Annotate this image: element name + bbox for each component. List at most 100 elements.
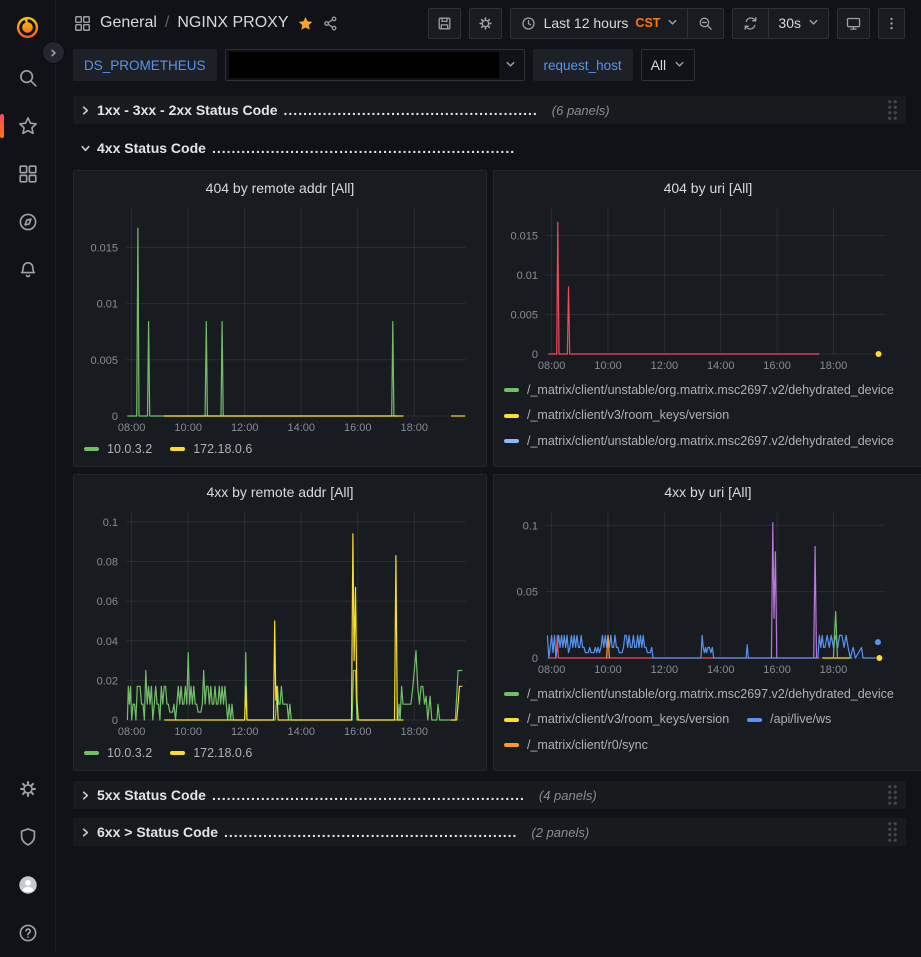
svg-text:0.015: 0.015 — [90, 242, 118, 254]
legend-item[interactable]: 172.18.0.6 — [170, 442, 252, 456]
svg-text:10:00: 10:00 — [594, 360, 622, 372]
legend-item[interactable]: 172.18.0.6 — [170, 746, 252, 760]
search-icon — [17, 67, 39, 89]
refresh-interval-picker[interactable]: 30s — [768, 9, 828, 38]
panel-title[interactable]: 4xx by remote addr [All] — [84, 480, 476, 504]
row-header-1xx-3xx-2xx[interactable]: 1xx - 3xx - 2xx Status Code ............… — [73, 96, 906, 124]
dashboards-grid-icon — [17, 163, 39, 185]
breadcrumb: General / NGINX PROXY — [73, 14, 339, 33]
svg-text:18:00: 18:00 — [820, 360, 848, 372]
row-dots: ........................................… — [284, 102, 538, 118]
svg-text:12:00: 12:00 — [231, 422, 259, 434]
panels-grid: 404 by remote addr [All] 08:0010:0012:00… — [73, 170, 906, 771]
sidebar-item-help[interactable] — [0, 909, 55, 957]
time-picker-group: Last 12 hours CST — [510, 8, 725, 39]
breadcrumb-separator: / — [165, 14, 169, 32]
legend-series-label: /_matrix/client/unstable/org.matrix.msc2… — [527, 430, 894, 453]
svg-text:14:00: 14:00 — [287, 726, 315, 738]
more-options-button[interactable] — [878, 8, 905, 39]
legend-series-label: /_matrix/client/v3/room_keys/version — [527, 708, 729, 731]
legend-series-color — [170, 447, 185, 451]
variable-label-datasource[interactable]: DS_PROMETHEUS — [73, 49, 217, 81]
legend-item[interactable]: /_matrix/client/v3/room_keys/version — [504, 455, 729, 460]
row-header-4xx[interactable]: 4xx Status Code ........................… — [73, 134, 906, 162]
time-range-picker[interactable]: Last 12 hours CST — [511, 9, 688, 38]
sidebar-item-dashboards[interactable] — [0, 150, 55, 198]
row-drag-handle[interactable] — [887, 99, 898, 121]
legend-item[interactable]: /_matrix/client/v3/room_keys/version — [504, 404, 729, 427]
legend-series-color — [504, 692, 519, 696]
time-series-chart[interactable]: 08:0010:0012:0014:0016:0018:0000.0050.01… — [504, 200, 912, 374]
breadcrumb-folder[interactable]: General — [100, 14, 157, 32]
sidebar-item-configuration[interactable] — [0, 765, 55, 813]
svg-text:08:00: 08:00 — [118, 422, 146, 434]
refresh-button[interactable] — [733, 9, 768, 38]
svg-text:18:00: 18:00 — [401, 726, 429, 738]
sidebar-item-explore[interactable] — [0, 198, 55, 246]
request-host-value: All — [651, 57, 667, 73]
row-panel-count: (6 panels) — [552, 103, 610, 118]
svg-text:0.02: 0.02 — [97, 675, 118, 687]
row-drag-handle[interactable] — [887, 821, 898, 843]
chevron-down-icon — [505, 59, 516, 70]
favorite-star-icon[interactable] — [297, 15, 314, 32]
legend-series-label: 172.18.0.6 — [193, 442, 252, 456]
dashboard-title[interactable]: NGINX PROXY — [177, 14, 288, 32]
datasource-select[interactable] — [225, 49, 525, 81]
legend-series-label: /_matrix/client/v3/room_keys/version — [527, 455, 729, 460]
panel-title[interactable]: 404 by remote addr [All] — [84, 176, 476, 200]
zoom-out-button[interactable] — [687, 9, 723, 38]
svg-text:14:00: 14:00 — [287, 422, 315, 434]
panel-4xx-by-remote-addr: 4xx by remote addr [All] 08:0010:0012:00… — [73, 474, 487, 771]
share-icon[interactable] — [322, 15, 339, 32]
refresh-group: 30s — [732, 8, 829, 39]
sidebar-item-alerting[interactable] — [0, 246, 55, 294]
time-series-chart[interactable]: 08:0010:0012:0014:0016:0018:0000.020.040… — [84, 504, 476, 740]
svg-text:14:00: 14:00 — [707, 360, 735, 372]
legend-series-color — [170, 751, 185, 755]
sidebar-item-profile[interactable] — [0, 861, 55, 909]
save-dashboard-button[interactable] — [428, 8, 461, 39]
timezone-badge: CST — [635, 16, 660, 30]
compass-icon — [17, 211, 39, 233]
panel-title[interactable]: 4xx by uri [All] — [504, 480, 912, 504]
chevron-right-icon — [49, 48, 58, 58]
legend-item[interactable]: /_matrix/client/unstable/org.matrix.msc2… — [504, 683, 894, 706]
row-header-5xx[interactable]: 5xx Status Code ........................… — [73, 781, 906, 809]
top-navbar: General / NGINX PROXY — [57, 0, 921, 46]
legend-item[interactable]: /sw.js — [747, 455, 801, 460]
legend-series-color — [504, 743, 519, 747]
svg-text:0.005: 0.005 — [510, 310, 538, 322]
legend-item[interactable]: /_matrix/client/r0/sync — [504, 734, 648, 757]
legend-series-label: 10.0.3.2 — [107, 746, 152, 760]
tv-mode-button[interactable] — [837, 8, 870, 39]
sidebar-expand-button[interactable] — [42, 41, 65, 64]
legend-series-color — [504, 439, 519, 443]
legend-item[interactable]: /api/live/ws — [747, 708, 831, 731]
row-title: 6xx > Status Code — [97, 824, 218, 840]
variable-label-request-host[interactable]: request_host — [533, 49, 633, 81]
legend-item[interactable]: /_matrix/client/unstable/org.matrix.msc2… — [504, 759, 894, 764]
sidebar-item-server-admin[interactable] — [0, 813, 55, 861]
dashboard-body: 1xx - 3xx - 2xx Status Code ............… — [57, 90, 921, 846]
svg-text:0.1: 0.1 — [103, 517, 118, 529]
legend-item[interactable]: /_matrix/client/v3/room_keys/version — [504, 708, 729, 731]
svg-text:16:00: 16:00 — [763, 664, 791, 676]
legend-item[interactable]: 10.0.3.2 — [84, 746, 152, 760]
request-host-select[interactable]: All — [641, 49, 696, 81]
legend-series-label: /_matrix/client/unstable/org.matrix.msc2… — [527, 379, 894, 402]
navbar-actions: Last 12 hours CST 30s — [428, 8, 905, 39]
legend-item[interactable]: /_matrix/client/unstable/org.matrix.msc2… — [504, 379, 894, 402]
legend-item[interactable]: /_matrix/client/unstable/org.matrix.msc2… — [504, 430, 894, 453]
svg-text:10:00: 10:00 — [174, 422, 202, 434]
time-series-chart[interactable]: 08:0010:0012:0014:0016:0018:0000.050.1 — [504, 504, 912, 678]
svg-text:0.01: 0.01 — [97, 299, 118, 311]
time-series-chart[interactable]: 08:0010:0012:0014:0016:0018:0000.0050.01… — [84, 200, 476, 436]
dashboard-settings-button[interactable] — [469, 8, 502, 39]
legend-item[interactable]: 10.0.3.2 — [84, 442, 152, 456]
row-header-6xx[interactable]: 6xx > Status Code ......................… — [73, 818, 906, 846]
row-drag-handle[interactable] — [887, 784, 898, 806]
kebab-menu-icon — [883, 15, 900, 32]
sidebar-item-starred[interactable] — [0, 102, 55, 150]
panel-title[interactable]: 404 by uri [All] — [504, 176, 912, 200]
